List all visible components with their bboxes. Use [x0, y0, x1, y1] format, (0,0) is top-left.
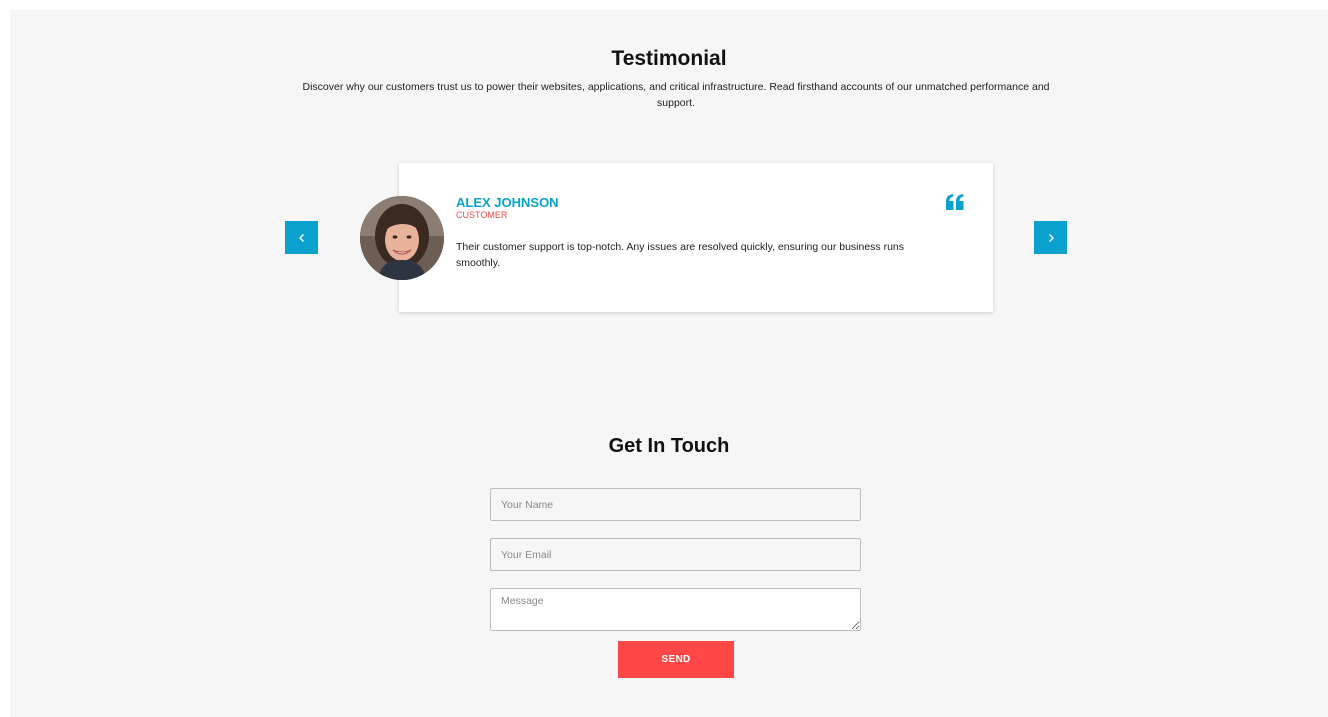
testimonial-author-role: CUSTOMER — [456, 210, 508, 220]
contact-title: Get In Touch — [608, 435, 730, 457]
testimonial-quote: Their customer support is top-notch. Any… — [456, 241, 905, 269]
quote-icon — [946, 194, 964, 210]
send-button[interactable]: SEND — [618, 641, 734, 678]
chevron-left-icon — [298, 233, 304, 242]
testimonial-title: Testimonial — [611, 47, 727, 70]
avatar — [360, 196, 444, 280]
testimonial-author-name: ALEX JOHNSON — [456, 195, 559, 210]
testimonial-card: ALEX JOHNSON CUSTOMER Their customer sup… — [399, 163, 993, 312]
carousel-next-button[interactable] — [1034, 221, 1067, 254]
carousel-prev-button[interactable] — [285, 221, 318, 254]
page-background: Testimonial Discover why our customers t… — [10, 10, 1328, 717]
chevron-right-icon — [1048, 233, 1054, 242]
email-input[interactable] — [490, 538, 861, 571]
testimonial-description: Discover why our customers trust us to p… — [302, 81, 1050, 109]
name-input[interactable] — [490, 488, 861, 521]
message-textarea[interactable] — [490, 588, 861, 631]
